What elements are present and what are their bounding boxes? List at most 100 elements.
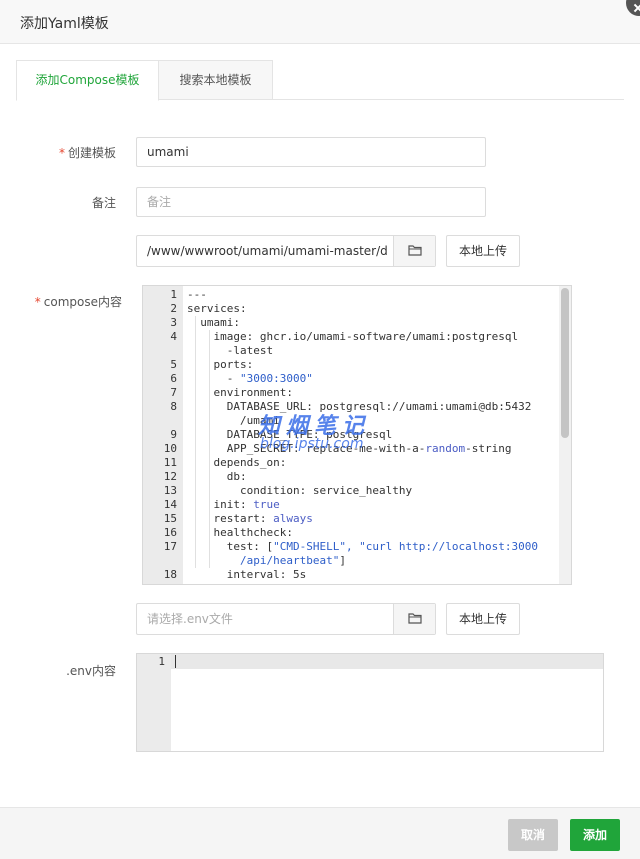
code-segment: image: ghcr.io/umami-software/umami:post… — [187, 330, 519, 343]
code-line: 17 test: ["CMD-SHELL", "curl http://loca… — [164, 540, 559, 554]
code-segment: ports: — [187, 358, 254, 371]
folder-icon — [408, 613, 422, 624]
dialog-title: 添加Yaml模板 — [20, 16, 109, 32]
code-line: 4 image: ghcr.io/umami-software/umami:po… — [170, 330, 559, 344]
template-name-label: * 创建模板 — [58, 146, 116, 160]
line-number: 8 — [170, 400, 177, 413]
code-text: --- — [187, 288, 207, 302]
code-segment: environment: — [187, 386, 293, 399]
code-segment: -latest — [187, 344, 274, 357]
code-text: image: ghcr.io/umami-software/umami:post… — [187, 330, 518, 344]
code-line: 3 umami: — [170, 316, 559, 330]
code-segment: condition: service_healthy — [187, 484, 413, 497]
code-line: 8 DATABASE_URL: postgresql://umami:umami… — [170, 400, 559, 414]
line-number: 3 — [170, 316, 177, 329]
folder-icon — [408, 245, 422, 256]
watermark-sub: blog.ipstu.com — [260, 436, 364, 452]
remark-input[interactable] — [136, 187, 486, 217]
indent-guide — [209, 330, 210, 568]
code-line: 11 depends_on: — [164, 456, 559, 470]
tab-add-compose-template[interactable]: 添加Compose模板 — [16, 60, 159, 101]
env-active-line — [171, 654, 603, 669]
line-number: 4 — [170, 330, 177, 343]
code-text: ports: — [187, 358, 253, 372]
compose-upload-button[interactable]: 本地上传 — [446, 235, 520, 267]
env-file-placeholder: 请选择.env文件 — [147, 612, 233, 626]
code-segment: depends_on: — [187, 456, 287, 469]
code-segment: -string — [465, 442, 512, 455]
compose-folder-button[interactable] — [393, 236, 435, 266]
compose-content-label: * compose内容 — [34, 295, 122, 309]
code-keyword: random — [425, 442, 466, 455]
code-text: test: ["CMD-SHELL", "curl http://localho… — [187, 540, 538, 554]
remark-label: 备注 — [91, 196, 116, 210]
code-line: 6 - "3000:3000" — [170, 372, 559, 386]
env-upload-button[interactable]: 本地上传 — [446, 603, 520, 635]
code-text: interval: 5s — [187, 568, 306, 582]
env-editor-gutter: 1 — [137, 654, 171, 751]
code-line: 9 DATABASE_TYPE: postgresql — [170, 428, 559, 442]
code-segment: --- — [187, 288, 207, 301]
code-line: 15 restart: always — [164, 512, 559, 526]
code-line: 10 APP_SECRET: replace-me-with-a-random-… — [164, 442, 559, 456]
code-text: restart: always — [187, 512, 313, 526]
code-line: 16 healthcheck: — [164, 526, 559, 540]
env-folder-button[interactable] — [393, 604, 435, 634]
line-number: 6 — [170, 372, 177, 385]
code-keyword: true — [253, 498, 280, 511]
code-segment: ] — [339, 554, 346, 567]
env-file-field[interactable]: 请选择.env文件 — [136, 603, 436, 635]
line-number: 13 — [163, 484, 177, 497]
code-keyword: always — [273, 512, 313, 525]
line-number: 5 — [170, 358, 177, 371]
code-segment: services: — [187, 302, 247, 315]
code-string: "3000:3000" — [239, 372, 313, 385]
code-segment: test: [ — [187, 540, 274, 553]
line-number: 9 — [170, 428, 177, 441]
code-line: 2 services: — [170, 302, 559, 316]
code-line: 13 condition: service_healthy — [164, 484, 559, 498]
line-number: 16 — [163, 526, 177, 539]
code-line: 12 db: — [164, 470, 559, 484]
required-mark: * — [58, 146, 65, 160]
code-segment: restart: — [187, 512, 274, 525]
add-button[interactable]: 添加 — [570, 819, 620, 851]
code-line: 5 ports: — [170, 358, 559, 372]
line-number: 17 — [163, 540, 177, 553]
code-line: 1 --- — [170, 288, 559, 302]
compose-path-field[interactable]: /www/wwwroot/umami/umami-master/d — [136, 235, 436, 267]
compose-editor-scroll-thumb[interactable] — [561, 288, 569, 438]
code-line: /umami — [183, 414, 559, 428]
watermark: 知烟笔记 blog.ipstu.com — [258, 408, 370, 452]
env-content-label: .env内容 — [66, 664, 116, 678]
text-cursor — [175, 655, 176, 668]
compose-code-area[interactable]: 1 --- 2 services: 3 umami: 4 image: ghcr.io/u… — [164, 286, 559, 584]
code-text: init: true — [187, 498, 280, 512]
line-number: 2 — [170, 302, 177, 315]
code-line: 14 init: true — [164, 498, 559, 512]
line-number: 18 — [163, 568, 177, 581]
code-string: "CMD-SHELL", "curl http://localhost:3000 — [273, 540, 538, 553]
tab-search-local-template[interactable]: 搜索本地模板 — [159, 60, 273, 100]
code-text: -latest — [187, 344, 273, 358]
tab-bar: 添加Compose模板 搜索本地模板 — [16, 60, 624, 101]
env-editor[interactable]: 1 — [136, 653, 604, 752]
compose-editor-scrollbar[interactable] — [559, 286, 571, 584]
code-segment: interval: 5s — [187, 568, 307, 581]
cancel-button[interactable]: 取消 — [508, 819, 558, 851]
template-name-input[interactable] — [136, 137, 486, 167]
code-text: healthcheck: — [187, 526, 292, 540]
code-text: depends_on: — [187, 456, 286, 470]
code-text: condition: service_healthy — [187, 484, 412, 498]
code-text: /api/heartbeat"] — [187, 554, 346, 568]
line-number: 14 — [163, 498, 177, 511]
line-number: 1 — [170, 288, 177, 301]
line-number: 15 — [163, 512, 177, 525]
code-text: services: — [187, 302, 247, 316]
dialog-footer: 取消 添加 — [0, 807, 640, 859]
code-line: 7 environment: — [170, 386, 559, 400]
code-line: /api/heartbeat"] — [183, 554, 559, 568]
code-line: 18 interval: 5s — [164, 568, 559, 582]
compose-path-value: /www/wwwroot/umami/umami-master/d — [147, 244, 387, 258]
code-text: - "3000:3000" — [187, 372, 313, 386]
